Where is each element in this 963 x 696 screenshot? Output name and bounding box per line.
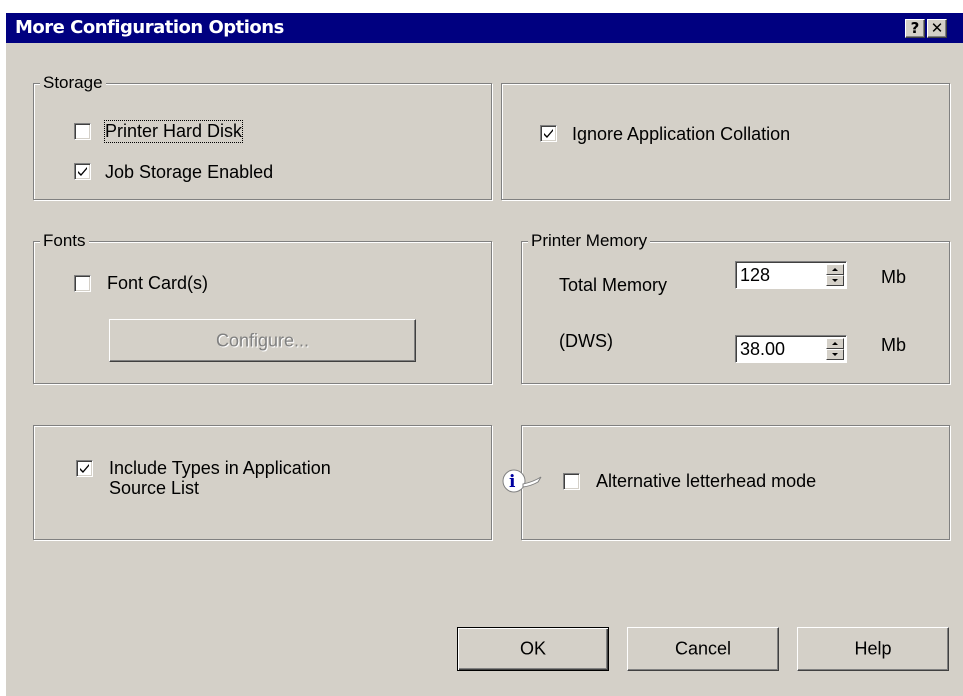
close-title-button[interactable]: ✕ (927, 19, 947, 38)
cancel-button-label: Cancel (674, 638, 732, 659)
spin-down-icon[interactable] (826, 349, 844, 360)
storage-legend: Storage (40, 73, 106, 93)
info-glyph: i (509, 472, 516, 492)
total-memory-spinner[interactable]: 128 (735, 261, 847, 289)
letterhead-label[interactable]: Alternative letterhead mode (596, 471, 816, 492)
ok-button-label: OK (519, 638, 546, 659)
spin-up-icon[interactable] (826, 338, 844, 349)
printer-hard-disk-checkbox[interactable] (74, 123, 91, 140)
configure-button-label: Configure... (215, 330, 310, 350)
cancel-button[interactable]: Cancel (627, 627, 779, 671)
info-icon[interactable]: i (501, 468, 551, 494)
include-types-group (33, 425, 492, 540)
help-button-label: Help (854, 638, 892, 659)
checkmark-icon (544, 129, 553, 138)
total-memory-label: Total Memory (559, 275, 668, 295)
include-types-label-line2[interactable]: Source List (109, 478, 199, 499)
fonts-group: Fonts (33, 231, 492, 384)
dws-value[interactable]: 38.00 (740, 339, 785, 360)
spin-up-icon[interactable] (826, 264, 844, 275)
dws-spinner[interactable]: 38.00 (735, 335, 847, 363)
dialog-window: More Configuration Options ? ✕ Storage P… (5, 12, 963, 696)
ignore-collation-label[interactable]: Ignore Application Collation (572, 124, 790, 145)
info-bubble-icon: i (502, 469, 542, 493)
include-types-checkbox[interactable] (76, 460, 93, 477)
printer-hard-disk-label[interactable]: Printer Hard Disk (103, 120, 244, 143)
close-icon: ✕ (930, 19, 944, 37)
dws-unit: Mb (881, 335, 907, 355)
job-storage-label[interactable]: Job Storage Enabled (105, 162, 273, 183)
checkmark-icon (78, 167, 87, 176)
printer-hard-disk-text: Printer Hard Disk (105, 121, 243, 141)
help-button[interactable]: Help (797, 627, 949, 671)
help-title-button[interactable]: ? (905, 19, 925, 38)
total-memory-unit: Mb (881, 267, 907, 287)
checkmark-icon (80, 464, 89, 473)
font-cards-label[interactable]: Font Card(s) (107, 273, 208, 294)
include-types-label-line1[interactable]: Include Types in Application (109, 458, 331, 479)
configure-button[interactable]: Configure... (109, 319, 416, 362)
font-cards-checkbox[interactable] (74, 275, 91, 292)
dialog-title: More Configuration Options (15, 17, 284, 38)
ok-button[interactable]: OK (457, 627, 609, 671)
total-memory-value[interactable]: 128 (740, 265, 770, 286)
fonts-legend: Fonts (40, 231, 89, 251)
spin-down-icon[interactable] (826, 275, 844, 286)
letterhead-checkbox[interactable] (563, 473, 580, 490)
dws-label: (DWS) (559, 331, 613, 351)
title-bar[interactable]: More Configuration Options ? ✕ (6, 13, 963, 43)
question-icon: ? (910, 19, 920, 37)
ignore-collation-checkbox[interactable] (540, 125, 557, 142)
printer-memory-legend: Printer Memory (528, 231, 651, 251)
job-storage-checkbox[interactable] (74, 163, 91, 180)
